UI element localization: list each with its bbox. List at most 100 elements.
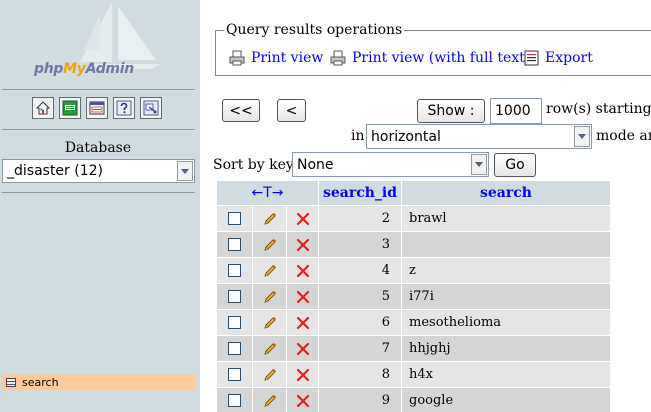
frame-divider[interactable] xyxy=(200,0,212,412)
show-button[interactable]: Show : xyxy=(417,99,485,123)
results-table: ←T→ search_id search 2 brawl 3 4 z 5 i77i 6 meso… xyxy=(216,180,611,412)
search-cell: hhjghj xyxy=(402,336,610,361)
table-row: 6 mesothelioma xyxy=(217,310,610,335)
row-checkbox[interactable] xyxy=(228,290,241,303)
home-icon[interactable] xyxy=(32,97,54,119)
edit-cell xyxy=(253,362,286,387)
table-row: 7 hhjghj xyxy=(217,336,610,361)
exit-icon[interactable] xyxy=(59,97,81,119)
delete-cell xyxy=(287,258,318,283)
search-cell: google xyxy=(402,388,610,412)
rows-count-input[interactable]: 1000 xyxy=(490,98,542,124)
edit-pencil-icon[interactable] xyxy=(253,289,286,305)
column-header-search-id[interactable]: search_id xyxy=(319,181,401,205)
edit-pencil-icon[interactable] xyxy=(253,211,286,227)
export-link[interactable]: Export xyxy=(524,50,593,66)
row-checkbox[interactable] xyxy=(228,238,241,251)
previous-page-button[interactable]: < xyxy=(277,99,306,122)
delete-x-icon[interactable] xyxy=(287,264,318,278)
sort-arrows-header[interactable]: ←T→ xyxy=(217,181,318,205)
search-cell xyxy=(402,232,610,257)
go-button[interactable]: Go xyxy=(494,153,536,177)
phpmyadmin-logo[interactable]: phpMyAdmin xyxy=(34,61,134,77)
table-row: 8 h4x xyxy=(217,362,610,387)
sort-by-key-select[interactable]: None xyxy=(292,152,489,177)
column-header-search[interactable]: search xyxy=(402,181,610,205)
search-cell: i77i xyxy=(402,284,610,309)
delete-x-icon[interactable] xyxy=(287,394,318,408)
operations-legend: Query results operations xyxy=(224,22,405,38)
edit-pencil-icon[interactable] xyxy=(253,263,286,279)
row-select-cell xyxy=(217,336,252,361)
database-select[interactable]: _disaster (12) xyxy=(2,159,195,183)
edit-cell xyxy=(253,336,286,361)
search-cell: h4x xyxy=(402,362,610,387)
search-id-cell: 9 xyxy=(319,388,401,412)
edit-cell xyxy=(253,258,286,283)
delete-x-icon[interactable] xyxy=(287,316,318,330)
nav-divider xyxy=(2,89,195,90)
delete-cell xyxy=(287,284,318,309)
database-select-value: _disaster (12) xyxy=(7,163,103,179)
search-id-cell: 5 xyxy=(319,284,401,309)
row-checkbox[interactable] xyxy=(228,368,241,381)
display-mode-value: horizontal xyxy=(371,128,441,145)
first-page-button[interactable]: << xyxy=(222,99,260,122)
rows-suffix-text: row(s) starting fro xyxy=(546,101,651,117)
phpmyadmin-sailboat-logo xyxy=(80,2,160,69)
row-select-cell xyxy=(217,388,252,412)
row-checkbox[interactable] xyxy=(228,212,241,225)
delete-cell xyxy=(287,206,318,231)
search-cell: brawl xyxy=(402,206,610,231)
edit-cell xyxy=(253,310,286,335)
row-checkbox[interactable] xyxy=(228,264,241,277)
delete-x-icon[interactable] xyxy=(287,212,318,226)
logo-part-php: php xyxy=(34,61,64,77)
chevron-down-icon[interactable] xyxy=(471,154,487,175)
navigation-frame: phpMyAdmin Database _disaster (12) searc… xyxy=(0,0,200,412)
table-row: 2 brawl xyxy=(217,206,610,231)
sort-by-key-value: None xyxy=(297,156,334,173)
display-mode-select[interactable]: horizontal xyxy=(366,124,592,149)
row-checkbox[interactable] xyxy=(228,394,241,407)
delete-x-icon[interactable] xyxy=(287,342,318,356)
row-select-cell xyxy=(217,310,252,335)
printer-icon xyxy=(330,50,346,66)
row-select-cell xyxy=(217,362,252,387)
edit-pencil-icon[interactable] xyxy=(253,315,286,331)
search-id-cell: 2 xyxy=(319,206,401,231)
edit-pencil-icon[interactable] xyxy=(253,341,286,357)
delete-cell xyxy=(287,388,318,412)
docs-icon[interactable] xyxy=(140,97,162,119)
search-cell: z xyxy=(402,258,610,283)
edit-cell xyxy=(253,388,286,412)
print-view-full-link[interactable]: Print view (with full texts) xyxy=(330,50,538,66)
chevron-down-icon[interactable] xyxy=(574,126,590,147)
delete-x-icon[interactable] xyxy=(287,368,318,382)
table-row: 3 xyxy=(217,232,610,257)
row-checkbox[interactable] xyxy=(228,316,241,329)
delete-x-icon[interactable] xyxy=(287,290,318,304)
delete-cell xyxy=(287,362,318,387)
row-select-cell xyxy=(217,284,252,309)
print-view-full-label: Print view (with full texts) xyxy=(352,50,538,66)
nav-divider xyxy=(2,129,195,130)
edit-pencil-icon[interactable] xyxy=(253,237,286,253)
table-icon xyxy=(6,377,16,387)
edit-cell xyxy=(253,284,286,309)
chevron-down-icon[interactable] xyxy=(177,161,193,181)
export-label: Export xyxy=(545,50,593,66)
mode-suffix-text: mode and xyxy=(596,128,651,144)
help-icon[interactable] xyxy=(113,97,135,119)
search-id-cell: 7 xyxy=(319,336,401,361)
row-checkbox[interactable] xyxy=(228,342,241,355)
sql-query-icon[interactable] xyxy=(86,97,108,119)
logo-part-my: My xyxy=(63,61,86,77)
edit-pencil-icon[interactable] xyxy=(253,393,286,409)
edit-pencil-icon[interactable] xyxy=(253,367,286,383)
delete-x-icon[interactable] xyxy=(287,238,318,252)
print-view-link[interactable]: Print view xyxy=(229,50,323,66)
table-link-search[interactable]: search xyxy=(2,374,196,390)
edit-cell xyxy=(253,232,286,257)
row-select-cell xyxy=(217,206,252,231)
